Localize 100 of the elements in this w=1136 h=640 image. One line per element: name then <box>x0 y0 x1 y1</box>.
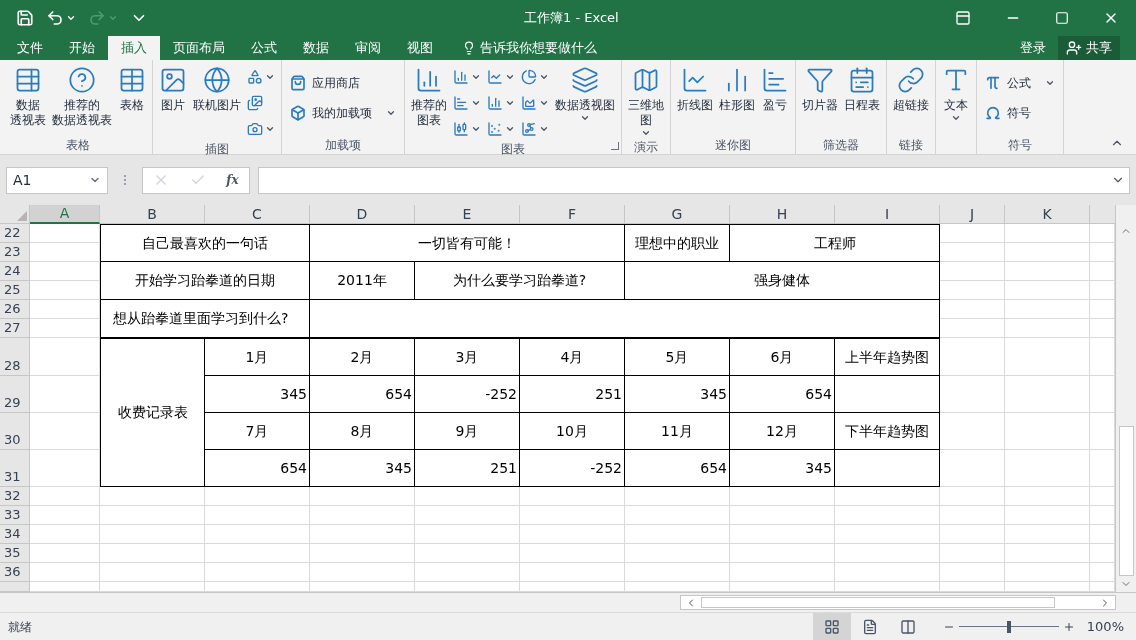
table-cell: 12月 <box>730 413 835 450</box>
row-header[interactable]: 29 <box>0 376 30 413</box>
ribbon-button[interactable]: 切片器 <box>800 64 840 136</box>
ribbon-tab[interactable]: 视图 <box>394 36 446 60</box>
row-header[interactable]: 33 <box>0 506 30 525</box>
bar-chart-icon <box>453 95 469 111</box>
ribbon-display-icon[interactable] <box>955 10 971 26</box>
scroll-thumb[interactable] <box>701 597 1055 608</box>
ribbon-button[interactable]: 推荐的 图表 <box>409 64 449 140</box>
row-header[interactable]: 26 <box>0 300 30 319</box>
ribbon-button[interactable]: 数据透视图 <box>553 64 617 140</box>
view-button[interactable] <box>812 613 851 640</box>
undo-button[interactable] <box>46 9 76 27</box>
row-header[interactable] <box>0 582 30 592</box>
row-header[interactable]: 23 <box>0 243 30 262</box>
ribbon-tab[interactable]: 数据 <box>290 36 342 60</box>
caret-icon <box>66 13 76 23</box>
tell-me-field[interactable]: 告诉我你想要做什么 <box>480 38 597 58</box>
table-cell: 2月 <box>310 338 415 376</box>
ribbon-tab[interactable]: 文件 <box>4 36 56 60</box>
table-cell: 654 <box>205 450 310 487</box>
ribbon-button[interactable]: 符号 <box>983 102 1057 124</box>
ribbon-button[interactable]: 超链接 <box>891 64 931 136</box>
row-header[interactable]: 34 <box>0 525 30 544</box>
vertical-scrollbar[interactable] <box>1115 205 1136 592</box>
ribbon-button[interactable]: 折线图 <box>675 64 715 136</box>
select-all-corner[interactable] <box>0 205 30 224</box>
ribbon-button[interactable]: 应用商店 <box>288 72 398 94</box>
table-cell: 345 <box>625 376 730 413</box>
column-header[interactable]: H <box>730 205 835 224</box>
horizontal-scrollbar[interactable] <box>680 595 1116 610</box>
maximize-icon[interactable] <box>1055 11 1069 25</box>
row-header[interactable]: 28 <box>0 338 30 376</box>
ribbon-button[interactable]: 推荐的 数据透视表 <box>50 64 114 136</box>
sign-in-link[interactable]: 登录 <box>1020 38 1046 58</box>
row-header[interactable]: 25 <box>0 281 30 300</box>
line-chart-icon <box>681 66 709 94</box>
save-button[interactable] <box>16 9 34 27</box>
share-button[interactable]: 共享 <box>1058 36 1120 60</box>
table-cell: 7月 <box>205 413 310 450</box>
column-header[interactable]: F <box>520 205 625 224</box>
ribbon-button[interactable]: 三维地 图 <box>626 64 666 138</box>
ribbon-button[interactable]: 公式 <box>983 72 1057 94</box>
column-header[interactable]: J <box>940 205 1005 224</box>
columns-icon <box>899 618 916 635</box>
zoom-thumb[interactable] <box>1006 620 1011 633</box>
dialog-launcher-icon[interactable] <box>611 142 619 150</box>
column-header[interactable]: K <box>1005 205 1090 224</box>
ribbon-button[interactable]: 表格 <box>116 64 148 136</box>
scroll-thumb[interactable] <box>1118 426 1134 576</box>
table-cell: 6月 <box>730 338 835 376</box>
ribbon-tab[interactable]: 插入 <box>108 36 160 60</box>
zoom-level[interactable]: 100% <box>1074 616 1136 637</box>
filter-icon <box>806 66 834 94</box>
row-header[interactable]: 35 <box>0 544 30 563</box>
zoom-slider[interactable] <box>958 620 1059 633</box>
row-header[interactable]: 30 <box>0 413 30 450</box>
table-cell: 一切皆有可能！ <box>310 224 625 262</box>
ribbon-tab[interactable]: 页面布局 <box>160 36 238 60</box>
ribbon-button[interactable]: 文本 <box>940 64 972 136</box>
column-header[interactable]: A <box>30 205 100 224</box>
column-header[interactable]: C <box>205 205 310 224</box>
table-cell: 理想中的职业 <box>625 224 730 262</box>
ribbon-tab[interactable]: 审阅 <box>342 36 394 60</box>
ribbon-button[interactable]: 数据 透视表 <box>8 64 48 136</box>
ribbon-button[interactable]: 联机图片 <box>191 64 243 140</box>
ribbon-button[interactable]: 图片 <box>157 64 189 140</box>
table-cell: 8月 <box>310 413 415 450</box>
formula-input[interactable] <box>258 166 1130 194</box>
row-header[interactable]: 36 <box>0 563 30 582</box>
row-header[interactable]: 32 <box>0 487 30 506</box>
ribbon-button[interactable]: 柱形图 <box>717 64 757 136</box>
row-header[interactable]: 31 <box>0 450 30 487</box>
row-header[interactable]: 27 <box>0 319 30 338</box>
save-icon <box>16 9 34 27</box>
ribbon-button[interactable]: 日程表 <box>842 64 882 136</box>
ribbon-tab[interactable]: 开始 <box>56 36 108 60</box>
table-cell: 654 <box>730 376 835 413</box>
row-header[interactable]: 22 <box>0 224 30 243</box>
table-cell: 654 <box>310 376 415 413</box>
row-header[interactable]: 24 <box>0 262 30 281</box>
candlestick-chart-icon <box>453 121 469 137</box>
column-header[interactable]: E <box>415 205 520 224</box>
ribbon-button[interactable]: 我的加载项 <box>288 102 398 124</box>
group-label: 插图 <box>205 141 229 158</box>
name-box[interactable]: A1 <box>6 166 108 194</box>
ribbon-tab[interactable]: 公式 <box>238 36 290 60</box>
column-header[interactable]: I <box>835 205 940 224</box>
zoom-in-icon[interactable] <box>1062 620 1075 633</box>
table-cell: 上半年趋势图 <box>835 338 940 376</box>
ribbon-button[interactable]: 盈亏 <box>759 64 791 136</box>
column-header[interactable]: B <box>100 205 205 224</box>
table-cell: 工程师 <box>730 224 940 262</box>
table-cell: 想从跆拳道里面学习到什么? <box>100 300 310 338</box>
column-header[interactable]: D <box>310 205 415 224</box>
column-header[interactable] <box>1090 205 1115 224</box>
table-cell: 2011年 <box>310 262 415 300</box>
column-header[interactable]: G <box>625 205 730 224</box>
map-icon <box>632 66 660 94</box>
insert-function-button[interactable]: fx <box>226 171 239 189</box>
